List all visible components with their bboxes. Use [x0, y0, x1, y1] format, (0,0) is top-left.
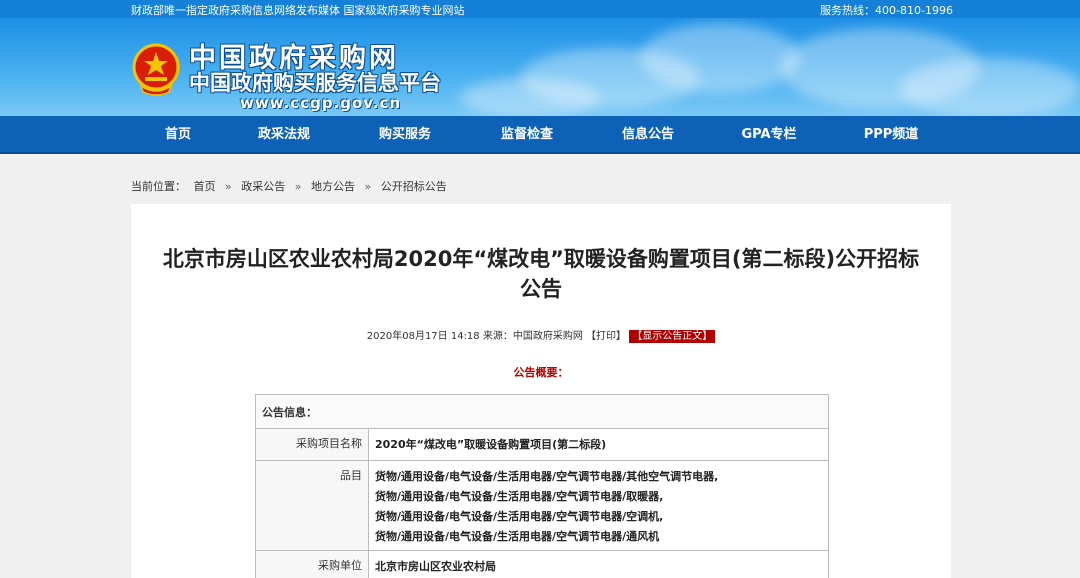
row-label: 采购单位 — [255, 550, 369, 578]
article-title-line2: 公告 — [520, 277, 562, 301]
breadcrumb-local[interactable]: 地方公告 — [311, 180, 355, 193]
site-slogan: 财政部唯一指定政府采购信息网络发布媒体 国家级政府采购专业网站 — [131, 4, 465, 17]
breadcrumb-separator: » — [294, 180, 302, 193]
breadcrumb-tender[interactable]: 公开招标公告 — [381, 180, 447, 193]
print-link[interactable]: 【打印】 — [586, 331, 626, 342]
article-source: 来源：中国政府采购网 — [482, 331, 583, 342]
table-row: 品目 货物/通用设备/电气设备/生活用电器/空气调节电器/其他空气调节电器, 货… — [255, 460, 829, 551]
nav-item-regulations[interactable]: 政采法规 — [258, 116, 310, 154]
category-item: 货物/通用设备/电气设备/生活用电器/空气调节电器/通风机 — [375, 530, 660, 543]
info-table-heading: 公告信息： — [255, 394, 829, 429]
site-header: 中国政府采购网 中国政府购买服务信息平台 www.ccgp.gov.cn — [0, 18, 1080, 116]
top-strip: 财政部唯一指定政府采购信息网络发布媒体 国家级政府采购专业网站 服务热线：400… — [0, 0, 1080, 18]
site-url: www.ccgp.gov.cn — [240, 94, 402, 112]
info-table: 公告信息： 采购项目名称 2020年“煤改电”取暖设备购置项目(第二标段) 品目… — [255, 394, 829, 578]
breadcrumb-label: 当前位置： — [131, 180, 186, 193]
article-meta: 2020年08月17日 14:18 来源：中国政府采购网 【打印】 【显示公告正… — [131, 327, 951, 343]
nav-item-gpa[interactable]: GPA专栏 — [741, 116, 796, 154]
breadcrumb-home[interactable]: 首页 — [194, 180, 216, 193]
breadcrumb-procurement[interactable]: 政采公告 — [241, 180, 285, 193]
article-title: 北京市房山区农业农村局2020年“煤改电”取暖设备购置项目(第二标段)公开招标 … — [141, 244, 941, 304]
nav-item-services[interactable]: 购买服务 — [379, 116, 431, 154]
purchaser-value: 北京市房山区农业农村局 — [368, 550, 829, 578]
table-row: 公告信息： — [255, 394, 829, 429]
main-nav: 首页 政采法规 购买服务 监督检查 信息公告 GPA专栏 PPP频道 — [0, 116, 1080, 154]
national-emblem-icon[interactable] — [131, 40, 181, 98]
category-value: 货物/通用设备/电气设备/生活用电器/空气调节电器/其他空气调节电器, 货物/通… — [368, 460, 829, 551]
category-item: 货物/通用设备/电气设备/生活用电器/空气调节电器/其他空气调节电器, — [375, 470, 719, 483]
breadcrumb-separator: » — [364, 180, 372, 193]
summary-heading: 公告概要： — [513, 366, 569, 379]
show-full-text-button[interactable]: 【显示公告正文】 — [629, 330, 716, 343]
breadcrumb-separator: » — [225, 180, 232, 193]
category-item: 货物/通用设备/电气设备/生活用电器/空气调节电器/取暖器, — [375, 490, 664, 503]
nav-item-ppp[interactable]: PPP频道 — [864, 116, 919, 154]
nav-item-announcements[interactable]: 信息公告 — [622, 116, 674, 154]
table-row: 采购项目名称 2020年“煤改电”取暖设备购置项目(第二标段) — [255, 428, 829, 461]
article-panel: 北京市房山区农业农村局2020年“煤改电”取暖设备购置项目(第二标段)公开招标 … — [131, 204, 951, 578]
row-label: 品目 — [255, 460, 369, 551]
service-hotline: 服务热线：400-810-1996 — [820, 4, 953, 17]
project-name-value: 2020年“煤改电”取暖设备购置项目(第二标段) — [368, 428, 829, 461]
category-item: 货物/通用设备/电气设备/生活用电器/空气调节电器/空调机, — [375, 510, 664, 523]
article-title-line1: 北京市房山区农业农村局2020年“煤改电”取暖设备购置项目(第二标段)公开招标 — [162, 247, 920, 271]
breadcrumb: 当前位置： 首页 » 政采公告 » 地方公告 » 公开招标公告 — [131, 178, 447, 194]
nav-item-home[interactable]: 首页 — [165, 116, 191, 154]
table-row: 采购单位 北京市房山区农业农村局 — [255, 550, 829, 578]
site-subtitle: 中国政府购买服务信息平台 — [189, 71, 441, 95]
row-label: 采购项目名称 — [255, 428, 369, 461]
publish-date: 2020年08月17日 14:18 — [366, 331, 480, 342]
nav-item-supervision[interactable]: 监督检查 — [501, 116, 553, 154]
